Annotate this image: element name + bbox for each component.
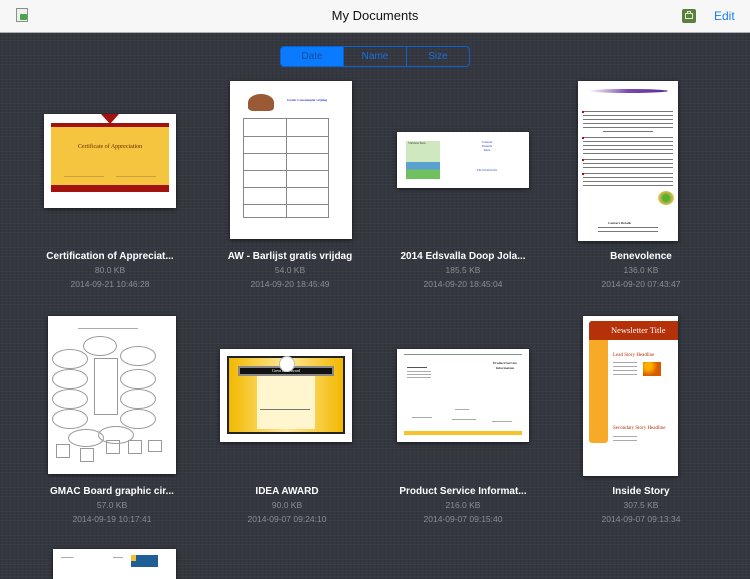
document-name: 2014 Edsvalla Doop Jola...: [400, 251, 526, 262]
document-date: 2014-09-20 07:43:47: [601, 279, 681, 289]
heart-logo: [658, 191, 674, 205]
document-date: 2014-09-07 09:15:40: [423, 514, 503, 524]
toolbox-icon: [682, 9, 696, 23]
document-date: 2014-09-19 10:17:41: [72, 514, 152, 524]
document-size: 185.5 KB: [445, 265, 481, 275]
document-date: 2014-09-20 18:45:49: [250, 279, 330, 289]
document-date: 2014-09-07 09:24:10: [247, 514, 327, 524]
document-size: 54.0 KB: [274, 265, 306, 275]
document-size: 216.0 KB: [445, 500, 481, 510]
document-thumbnail: Gratis Consumptie vrijdag: [230, 81, 352, 239]
navigation-bar: My Documents Edit: [0, 0, 750, 33]
document-item[interactable]: Contact Details Benevolence 136.0 KB 201…: [556, 80, 726, 295]
document-thumbnail: Product/Service Information: [397, 349, 529, 442]
toolbox-button[interactable]: [682, 9, 696, 23]
document-name: IDEA AWARD: [255, 486, 319, 497]
document-thumbnail: Great Idea Award: [220, 349, 352, 442]
edit-button[interactable]: Edit: [714, 9, 735, 23]
document-name: Inside Story: [612, 486, 670, 497]
document-thumbnail: Certificate of Appreciation: [44, 114, 176, 208]
document-size: 80.0 KB: [94, 265, 126, 275]
document-item[interactable]: GMAC Board graphic cir... 57.0 KB 2014-0…: [27, 315, 197, 530]
page-title: My Documents: [331, 8, 419, 23]
document-item[interactable]: Product/Service Information Product Serv…: [378, 315, 548, 530]
document-item[interactable]: Newsletter Title Lead Story Headline Sec…: [556, 315, 726, 530]
sort-by-date[interactable]: Date: [281, 47, 343, 66]
sort-segmented-control: Date Name Size: [280, 46, 470, 67]
document-size: 57.0 KB: [96, 500, 128, 510]
document-name: GMAC Board graphic cir...: [50, 486, 174, 497]
sort-by-size[interactable]: Size: [406, 47, 469, 66]
thumbnail-title: Certificate of Appreciation: [77, 144, 143, 150]
thumbnail-title: Product/Service Information: [493, 361, 517, 370]
document-date: 2014-09-21 10:46:28: [70, 279, 150, 289]
walrus-image: [248, 94, 274, 111]
document-item[interactable]: Certificate of Appreciation Certificatio…: [25, 80, 195, 295]
document-name: Product Service Informat...: [399, 486, 527, 497]
document-item[interactable]: Gratis Consumptie vrijdag AW - Barlijst …: [205, 80, 375, 295]
document-thumbnail: [48, 316, 176, 474]
document-item[interactable]: Världens Barn Jolanda Ekenäs Kirk Till för…: [378, 80, 548, 295]
document-thumbnail: Contact Details: [578, 81, 678, 241]
thumbnail-title: Gratis Consumptie vrijdag: [286, 98, 328, 102]
document-name: AW - Barlijst gratis vrijdag: [227, 251, 353, 262]
thumbnail-title: Great Idea Award: [271, 368, 301, 373]
flower-image: [643, 362, 661, 376]
thumbnail-title: Newsletter Title: [611, 325, 666, 335]
document-thumbnail: Världens Barn Jolanda Ekenäs Kirk Till för…: [397, 132, 529, 188]
document-name: Benevolence: [610, 251, 672, 262]
document-thumbnail: Newsletter Title Lead Story Headline Sec…: [583, 316, 678, 476]
document-date: 2014-09-07 09:13:34: [601, 514, 681, 524]
document-size: 307.5 KB: [623, 500, 659, 510]
document-size: 90.0 KB: [271, 500, 303, 510]
document-date: 2014-09-20 18:45:04: [423, 279, 503, 289]
document-thumbnail: [53, 549, 176, 579]
charity-logo: [406, 141, 440, 179]
document-item[interactable]: [27, 548, 197, 579]
sort-by-name[interactable]: Name: [343, 47, 406, 66]
document-name: Certification of Appreciat...: [46, 251, 174, 262]
document-size: 136.0 KB: [623, 265, 659, 275]
document-item[interactable]: Great Idea Award IDEA AWARD 90.0 KB 2014…: [202, 315, 372, 530]
